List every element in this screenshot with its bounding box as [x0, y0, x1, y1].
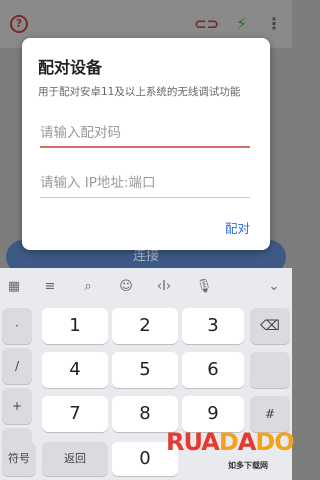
key-5[interactable]: 5 [112, 352, 178, 388]
key-7[interactable]: 7 [42, 396, 108, 432]
back-key[interactable]: 返回 [42, 442, 108, 476]
help-icon[interactable]: ? [10, 15, 28, 33]
link-icon[interactable]: ⊂⊃ [194, 15, 219, 33]
key-1[interactable]: 1 [42, 308, 108, 344]
pair-button[interactable]: 配对 [225, 218, 250, 237]
microphone-icon[interactable]: 🎙 [194, 278, 214, 296]
emoji-icon[interactable]: ☺ [116, 278, 136, 296]
key-hash[interactable]: # [250, 396, 290, 432]
dialog-description: 用于配对安卓11及以上系统的无线调试功能 [38, 86, 241, 98]
key-0[interactable]: 0 [112, 442, 178, 476]
key-dot[interactable]: · [2, 308, 32, 344]
key-slash[interactable]: / [2, 348, 32, 384]
key-9[interactable]: 9 [182, 396, 244, 432]
key-empty-right[interactable] [250, 352, 290, 388]
menu-icon[interactable]: ≡ [40, 278, 60, 296]
pair-device-dialog: 配对设备 用于配对安卓11及以上系统的无线调试功能 请输入配对码 请输入 IP地… [22, 38, 270, 250]
more-options-icon[interactable]: ⋮ [266, 15, 284, 33]
symbols-key[interactable]: 符号 [2, 442, 36, 476]
chevron-down-icon[interactable]: ⌄ [264, 278, 284, 296]
key-8[interactable]: 8 [112, 396, 178, 432]
key-6[interactable]: 6 [182, 352, 244, 388]
key-4[interactable]: 4 [42, 352, 108, 388]
key-3[interactable]: 3 [182, 308, 244, 344]
key-2[interactable]: 2 [112, 308, 178, 344]
lightning-icon[interactable]: ⚡ [236, 15, 254, 33]
pairing-code-input[interactable]: 请输入配对码 [40, 122, 250, 148]
numeric-keyboard: ▦ ≡ ⌕ ☺ ‹I› 🎙 ⌄ · / + - 1 2 3 4 5 6 7 8 … [0, 268, 292, 480]
keyboard-toolbar: ▦ ≡ ⌕ ☺ ‹I› 🎙 ⌄ [0, 268, 292, 304]
key-plus[interactable]: + [2, 388, 32, 424]
apps-grid-icon[interactable]: ▦ [4, 278, 24, 296]
dialog-title: 配对设备 [38, 58, 103, 77]
search-icon[interactable]: ⌕ [78, 278, 98, 296]
backspace-icon: ⌫ [260, 318, 280, 334]
cursor-move-icon[interactable]: ‹I› [154, 278, 174, 296]
ip-port-input[interactable]: 请输入 IP地址:端口 [40, 172, 250, 198]
backspace-key[interactable]: ⌫ [250, 308, 290, 344]
